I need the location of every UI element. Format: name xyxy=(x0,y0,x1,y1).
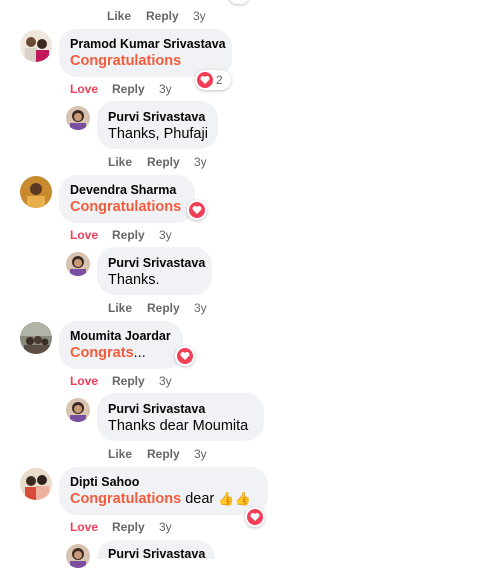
timestamp: 3y xyxy=(159,228,172,242)
comment-author[interactable]: Purvi Srivastava xyxy=(108,402,205,416)
timestamp: 3y xyxy=(194,301,207,315)
heart-icon xyxy=(189,202,205,218)
comment-text-suffix: dear xyxy=(181,491,219,507)
like-button[interactable]: Like xyxy=(107,9,131,23)
comment-text: Congrats... xyxy=(70,345,146,361)
comment-author[interactable]: Devendra Sharma xyxy=(70,183,176,197)
timestamp: 3y xyxy=(194,447,207,461)
love-button[interactable]: Love xyxy=(70,82,98,96)
reply-button[interactable]: Reply xyxy=(146,9,179,23)
avatar[interactable] xyxy=(20,30,52,62)
thumbs-up-icon: 👍👍 xyxy=(218,491,251,506)
comment-author[interactable]: Purvi Srivastava xyxy=(108,256,205,270)
like-button[interactable]: Like xyxy=(108,155,132,169)
avatar[interactable] xyxy=(20,322,52,354)
reaction-badge[interactable]: 2 xyxy=(195,70,231,90)
comment-text: Thanks dear Moumita xyxy=(108,418,249,434)
comment-text: Thanks, Phufaji xyxy=(108,126,208,142)
reaction-badge-partial xyxy=(229,0,249,4)
comment-text: Congratulations xyxy=(70,53,181,69)
reply-button[interactable]: Reply xyxy=(147,301,180,315)
reply-button[interactable]: Reply xyxy=(112,374,145,388)
congratulations-text: Congratulations xyxy=(70,199,182,215)
timestamp: 3y xyxy=(194,155,207,169)
comment-author[interactable]: Moumita Joardar xyxy=(70,329,171,343)
heart-icon xyxy=(177,348,193,364)
timestamp: 3y xyxy=(159,374,172,388)
comment-text: Thanks. xyxy=(108,272,160,288)
reply-button[interactable]: Reply xyxy=(147,447,180,461)
heart-icon xyxy=(197,72,213,88)
avatar[interactable] xyxy=(66,544,90,568)
comment-author[interactable]: Purvi Srivastava xyxy=(108,110,205,124)
reply-button[interactable]: Reply xyxy=(112,228,145,242)
congratulations-text: Congratulations xyxy=(70,491,182,507)
timestamp: 3y xyxy=(159,520,172,534)
like-button[interactable]: Like xyxy=(108,301,132,315)
avatar[interactable] xyxy=(66,398,90,422)
reply-button[interactable]: Reply xyxy=(112,82,145,96)
reaction-badge[interactable] xyxy=(175,346,195,366)
love-button[interactable]: Love xyxy=(70,374,98,388)
reaction-badge[interactable] xyxy=(245,507,265,527)
love-button[interactable]: Love xyxy=(70,228,98,242)
like-button[interactable]: Like xyxy=(108,447,132,461)
comment-author[interactable]: Dipti Sahoo xyxy=(70,475,139,489)
comment-text: Congratulations xyxy=(70,199,181,215)
timestamp: 3y xyxy=(159,82,172,96)
heart-icon xyxy=(247,509,263,525)
avatar[interactable] xyxy=(66,252,90,276)
timestamp: 3y xyxy=(193,9,206,23)
congratulations-text: Congrats xyxy=(70,345,134,361)
reaction-badge[interactable] xyxy=(187,200,207,220)
reply-button[interactable]: Reply xyxy=(112,520,145,534)
avatar[interactable] xyxy=(20,468,52,500)
comment-author[interactable]: Pramod Kumar Srivastava xyxy=(70,37,226,51)
love-button[interactable]: Love xyxy=(70,520,98,534)
comment-text-suffix: ... xyxy=(133,345,146,361)
avatar[interactable] xyxy=(20,176,52,208)
congratulations-text: Congratulations xyxy=(70,53,182,69)
reply-button[interactable]: Reply xyxy=(147,155,180,169)
comment-text: Congratulations dear 👍👍 xyxy=(70,491,251,507)
avatar[interactable] xyxy=(66,106,90,130)
reaction-count: 2 xyxy=(216,73,223,87)
